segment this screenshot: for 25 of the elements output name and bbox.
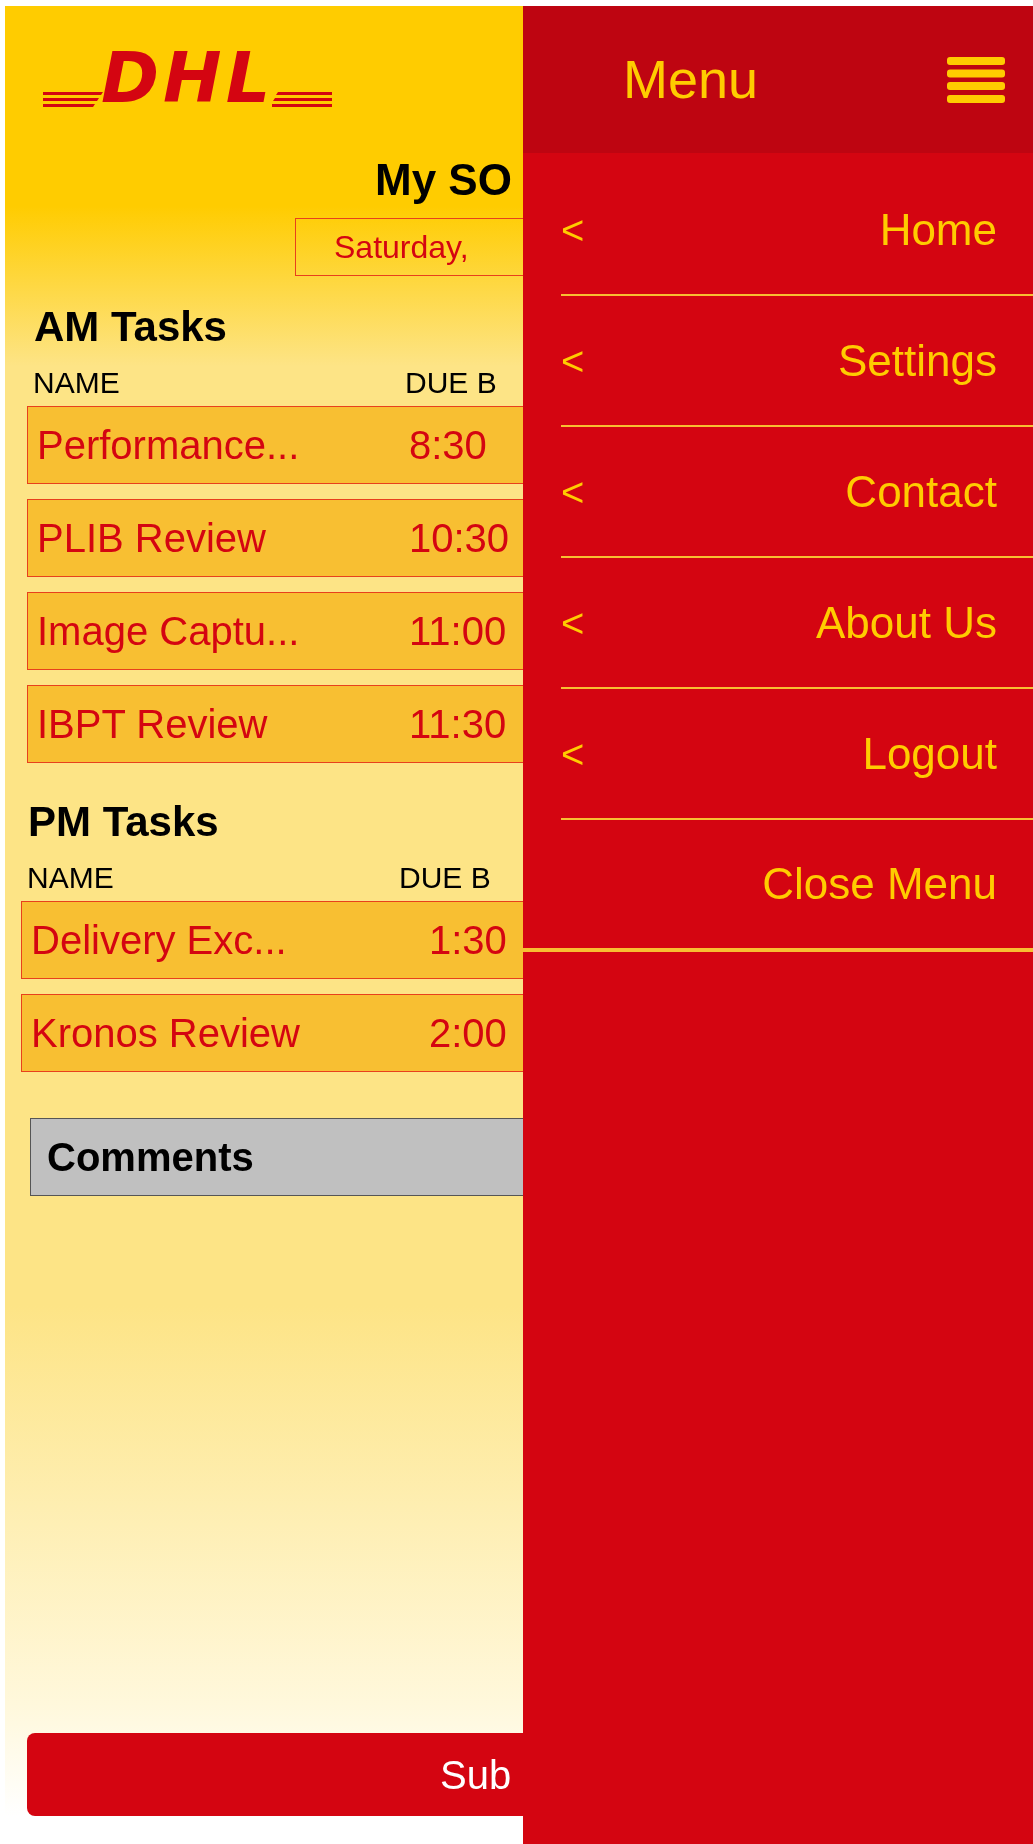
task-row[interactable]: PLIB Review 10:30 xyxy=(27,499,523,577)
task-row[interactable]: Kronos Review 2:00 xyxy=(21,994,523,1072)
task-row[interactable]: IBPT Review 11:30 xyxy=(27,685,523,763)
menu-item[interactable]: Close Menu xyxy=(523,820,1033,952)
section-heading: AM Tasks xyxy=(33,306,228,348)
menu-item[interactable]: < Settings xyxy=(561,296,1033,427)
section-heading: PM Tasks xyxy=(27,801,220,843)
menu-item[interactable]: < Contact xyxy=(561,427,1033,558)
menu-title: Menu xyxy=(623,48,759,111)
task-row[interactable]: Delivery Exc... 1:30 xyxy=(21,901,523,979)
task-row[interactable]: Performance... 8:30 xyxy=(27,406,523,484)
date-label: Saturday, xyxy=(295,218,523,276)
page-title: My SO xyxy=(374,158,513,202)
submit-button[interactable]: Sub xyxy=(27,1733,523,1816)
menu-item[interactable]: < Logout xyxy=(561,689,1033,820)
logo: DHL xyxy=(43,48,451,108)
task-row[interactable]: Image Captu... 11:00 xyxy=(27,592,523,670)
column-header: NAME xyxy=(33,368,121,398)
menu-icon[interactable] xyxy=(947,56,1005,103)
comments-field[interactable]: Comments xyxy=(30,1118,523,1196)
column-header: DUE B xyxy=(405,368,497,398)
column-header: DUE B xyxy=(399,863,491,893)
menu-item[interactable]: < About Us xyxy=(561,558,1033,689)
menu-item[interactable]: < Home xyxy=(561,165,1033,296)
column-header: NAME xyxy=(27,863,115,893)
